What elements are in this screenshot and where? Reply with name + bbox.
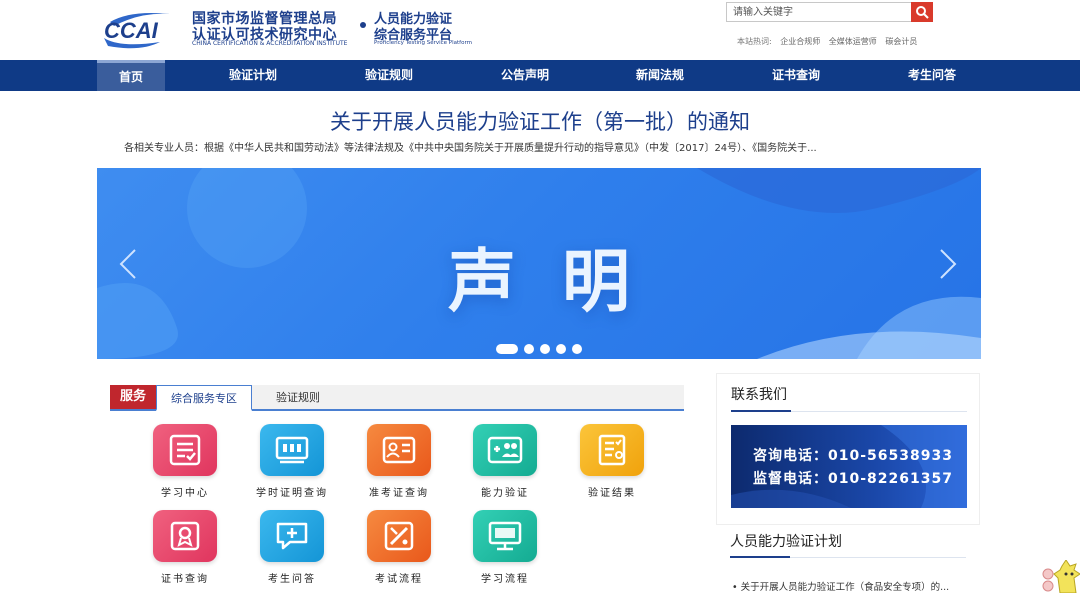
service-study-process[interactable]: 学习流程 [460,510,550,585]
ccai-logo[interactable]: CCAI [100,8,184,50]
phone-banner: 咨询电话：010-56538933 监督电话：010-82261357 [731,425,967,508]
carousel-dot[interactable] [524,343,534,354]
service-label: 学时证明查询 [256,488,328,499]
tab-verification-rules[interactable]: 验证规则 [260,385,336,411]
main-nav: 首页 验证计划 验证规则 公告声明 新闻法规 证书查询 考生问答 [0,60,1080,91]
contact-card: 联系我们 咨询电话：010-56538933 监督电话：010-82261357 [716,373,980,525]
platform-name-en: Proficiency Testing Service Platform [374,40,472,46]
carousel-dot[interactable] [572,343,582,354]
carousel-indicators [97,338,981,357]
nav-item-qa[interactable]: 考生问答 [889,60,975,91]
plan-list-item[interactable]: • 关于开展人员能力验证工作（食品安全专项）的... [732,579,968,593]
service-ability-verification[interactable]: 能力验证 [460,424,550,499]
hot-word-link[interactable]: 碳会计员 [885,37,917,46]
services-section-label: 服务 [110,385,156,409]
service-exam-process[interactable]: 考试流程 [354,510,444,585]
service-label: 考生问答 [268,574,316,585]
supervise-phone: 监督电话：010-82261357 [753,471,953,487]
ability-verification-icon [473,424,537,476]
service-study-center[interactable]: 学习中心 [140,424,230,499]
tab-service-zone[interactable]: 综合服务专区 [156,385,252,411]
exam-process-icon [367,510,431,562]
nav-item-rules[interactable]: 验证规则 [346,60,432,91]
service-label: 证书查询 [161,574,209,585]
notice-title[interactable]: 关于开展人员能力验证工作（第一批）的通知 [0,106,1080,136]
candidate-qa-icon [260,510,324,562]
nav-item-home[interactable]: 首页 [97,60,165,91]
verification-result-icon [580,424,644,476]
service-label: 准考证查询 [369,488,429,499]
hot-word-link[interactable]: 企业合规师 [780,37,820,46]
banner-carousel[interactable]: 声明 [97,168,981,359]
service-label: 验证结果 [588,488,636,499]
nav-item-plan[interactable]: 验证计划 [210,60,296,91]
contact-divider-accent [731,410,791,412]
nav-item-news[interactable]: 新闻法规 [617,60,703,91]
hours-certificate-icon [260,424,324,476]
admission-ticket-icon [367,424,431,476]
service-label: 考试流程 [375,574,423,585]
banner-title: 声明 [447,243,676,322]
study-center-icon [153,424,217,476]
chevron-left-icon[interactable] [117,248,139,280]
certificate-query-icon [153,510,217,562]
service-label: 学习中心 [161,488,209,499]
service-label: 学习流程 [481,574,529,585]
consult-phone: 咨询电话：010-56538933 [753,448,953,464]
service-verification-result[interactable]: 验证结果 [567,424,657,499]
service-admission-ticket[interactable]: 准考证查询 [354,424,444,499]
mascot-icon[interactable] [1036,560,1080,593]
plan-divider-accent [730,556,790,558]
study-process-icon [473,510,537,562]
hot-words-label: 本站热词: [737,37,772,46]
nav-item-announcements[interactable]: 公告声明 [482,60,568,91]
service-certificate-query[interactable]: 证书查询 [140,510,230,585]
header-separator-dot [360,22,366,28]
carousel-dot[interactable] [556,343,566,354]
org-name-en: CHINA CERTIFICATION & ACCREDITATION INST… [192,40,348,47]
service-label: 能力验证 [481,488,529,499]
chevron-right-icon[interactable] [937,248,959,280]
site-header: CCAI 国家市场监督管理总局 认证认可技术研究中心 CHINA CERTIFI… [0,0,1080,60]
logo-text: CCAI [104,18,159,43]
carousel-dot[interactable] [540,343,550,354]
search-input[interactable] [726,2,912,22]
hot-word-link[interactable]: 全媒体运营师 [829,37,877,46]
contact-title: 联系我们 [731,387,787,403]
plan-title: 人员能力验证计划 [730,534,842,550]
notice-summary[interactable]: 各相关专业人员：根据《中华人民共和国劳动法》等法律法规及《中共中央国务院关于开展… [124,139,964,154]
service-candidate-qa[interactable]: 考生问答 [247,510,337,585]
hot-words: 本站热词: 企业合规师 全媒体运营师 碳会计员 [737,36,923,47]
phone-banner-background [731,425,967,508]
nav-item-certificate[interactable]: 证书查询 [753,60,839,91]
search-icon [916,6,929,19]
service-hours-certificate[interactable]: 学时证明查询 [247,424,337,499]
carousel-dot[interactable] [496,343,518,354]
services-tabbar: 服务 综合服务专区 验证规则 [110,385,684,411]
search-button[interactable] [911,2,933,22]
